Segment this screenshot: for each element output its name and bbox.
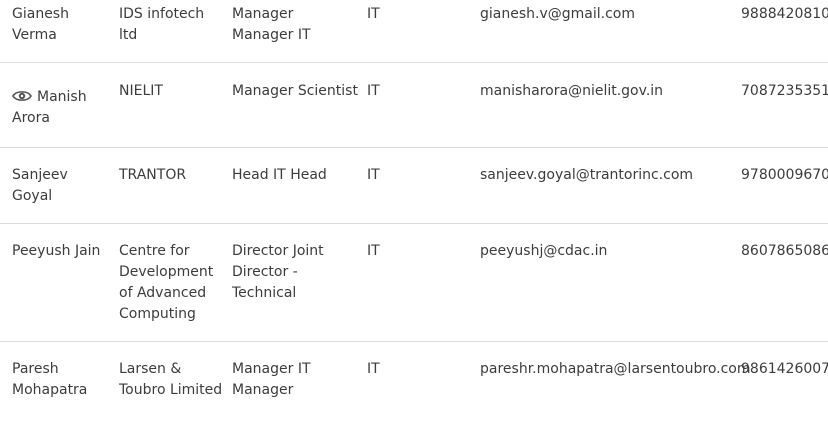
table-row: Paresh Mohapatra Larsen & Toubro Limited… (0, 342, 828, 429)
email-cell: gianesh.v@gmail.com (480, 6, 635, 22)
phone-cell: 7087235351 (741, 83, 828, 99)
person-name: Sanjeev Goyal (12, 167, 68, 204)
email-cell: pareshr.mohapatra@larsentoubro.com (480, 361, 751, 377)
department-cell: IT (367, 167, 380, 183)
eye-icon[interactable] (12, 89, 32, 103)
organization-cell: Larsen & Toubro Limited (119, 361, 223, 398)
name-cell: Peeyush Jain (12, 241, 110, 262)
name-cell: Sanjeev Goyal (12, 165, 110, 207)
table-row: Manish Arora NIELIT Manager Scientist IT… (0, 63, 828, 148)
department-cell: IT (367, 243, 380, 259)
person-name: Gianesh Verma (12, 6, 69, 43)
person-name: Paresh Mohapatra (12, 361, 88, 398)
phone-cell: 9780009670 (741, 167, 828, 183)
table-row: Sanjeev Goyal TRANTOR Head IT Head IT sa… (0, 148, 828, 224)
designation-cell: Manager Manager IT (232, 6, 311, 43)
table-row: Peeyush Jain Centre for Development of A… (0, 224, 828, 342)
name-cell: Gianesh Verma (12, 4, 110, 46)
phone-cell: 9861426007 (741, 361, 828, 377)
organization-cell: TRANTOR (119, 167, 187, 183)
designation-cell: Manager Scientist (232, 83, 358, 99)
department-cell: IT (367, 6, 380, 22)
organization-cell: Centre for Development of Advanced Compu… (119, 243, 214, 322)
person-name: Peeyush Jain (12, 243, 101, 259)
phone-cell: 9888420810 (741, 6, 828, 22)
phone-cell: 8607865086 (741, 243, 828, 259)
contacts-table: Gianesh Verma IDS infotech ltd Manager M… (0, 0, 828, 429)
name-cell: Manish Arora (12, 87, 110, 129)
organization-cell: IDS infotech ltd (119, 6, 205, 43)
organization-cell: NIELIT (119, 83, 163, 99)
designation-cell: Director Joint Director - Technical (232, 243, 324, 301)
table-row: Gianesh Verma IDS infotech ltd Manager M… (0, 0, 828, 63)
email-cell: peeyushj@cdac.in (480, 243, 608, 259)
department-cell: IT (367, 83, 380, 99)
designation-cell: Head IT Head (232, 167, 327, 183)
department-cell: IT (367, 361, 380, 377)
email-cell: manisharora@nielit.gov.in (480, 83, 664, 99)
email-cell: sanjeev.goyal@trantorinc.com (480, 167, 694, 183)
designation-cell: Manager IT Manager (232, 361, 311, 398)
name-cell: Paresh Mohapatra (12, 359, 110, 401)
